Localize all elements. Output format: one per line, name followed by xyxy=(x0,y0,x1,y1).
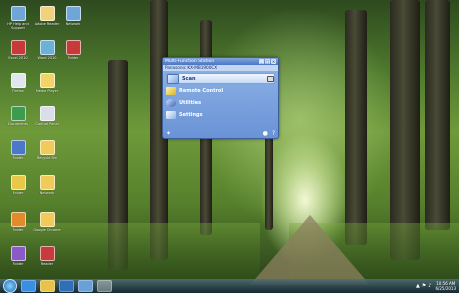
desktop-icon[interactable]: Recycle Bin xyxy=(32,140,62,170)
remote-control-icon xyxy=(166,86,176,95)
menu-item-remote-control[interactable]: Remote Control xyxy=(166,85,275,96)
taskbar-app-media-player[interactable] xyxy=(59,280,74,292)
desktop-icon[interactable]: Media Player xyxy=(32,73,62,103)
tree-trunk xyxy=(390,0,420,260)
clock[interactable]: 10:56 AM 6/25/2013 xyxy=(435,281,456,291)
app-icon xyxy=(10,40,26,55)
settings-icon xyxy=(166,110,176,119)
tree-trunk xyxy=(425,0,450,230)
desktop-icon[interactable]: Documents xyxy=(3,106,33,136)
app-icon xyxy=(10,6,26,21)
window-title: Multi-Function Station xyxy=(165,59,215,64)
minimize-button[interactable]: _ xyxy=(259,59,264,64)
app-icon xyxy=(10,73,26,88)
scanner-icon xyxy=(167,73,179,84)
desktop-icon[interactable]: Reader xyxy=(32,246,62,276)
menu-item-label: Scan xyxy=(182,75,196,82)
desktop-icon[interactable]: Folder xyxy=(3,212,33,242)
app-icon xyxy=(39,40,55,55)
menu-item-label: Utilities xyxy=(179,99,202,106)
desktop-background: HP Help and Support Excel 2010 Firefox D… xyxy=(0,0,459,293)
status-icon[interactable]: ● xyxy=(263,130,268,137)
taskbar-app-windows-explorer[interactable] xyxy=(78,280,93,292)
action-center-icon[interactable]: ⚑ xyxy=(422,283,426,289)
taskbar-app-internet-explorer[interactable] xyxy=(21,280,36,292)
maximize-button[interactable]: □ xyxy=(265,59,270,64)
menu-item-settings[interactable]: Settings xyxy=(166,109,275,120)
forest-path xyxy=(250,215,370,285)
app-icon xyxy=(65,6,81,21)
taskbar-app-file-explorer[interactable] xyxy=(40,280,55,292)
clock-date: 6/25/2013 xyxy=(435,286,456,291)
folder-icon xyxy=(10,175,26,190)
utilities-icon xyxy=(166,98,176,107)
desktop-icon[interactable]: Google Chrome xyxy=(32,212,62,242)
menu-item-scan[interactable]: Scan xyxy=(166,73,275,84)
app-icon xyxy=(10,140,26,155)
desktop-icon[interactable]: Folder xyxy=(58,40,88,70)
desktop-icon[interactable]: HP Help and Support xyxy=(3,6,33,36)
app-icon xyxy=(39,212,55,227)
desktop-icon[interactable]: Network xyxy=(32,175,62,205)
folder-icon xyxy=(10,212,26,227)
desktop-icon[interactable]: Network xyxy=(58,6,88,36)
menu-item-utilities[interactable]: Utilities xyxy=(166,97,275,108)
folder-icon xyxy=(10,246,26,261)
app-icon xyxy=(39,6,55,21)
tree-trunk xyxy=(345,10,367,245)
show-hidden-icons-icon[interactable]: ▲ xyxy=(416,283,420,289)
volume-icon[interactable]: ♪ xyxy=(428,283,431,289)
settings-chip-icon[interactable] xyxy=(267,75,274,82)
help-icon[interactable]: ? xyxy=(272,130,275,137)
window-titlebar[interactable]: Multi-Function Station _ □ × xyxy=(163,58,278,65)
folder-icon xyxy=(65,40,81,55)
menu-item-label: Settings xyxy=(179,111,203,118)
menu-list: Scan Remote Control Utilities Settings xyxy=(163,71,278,122)
app-icon xyxy=(39,106,55,121)
app-icon xyxy=(39,175,55,190)
start-button[interactable] xyxy=(3,279,17,293)
app-icon xyxy=(39,73,55,88)
taskbar: ▲ ⚑ ♪ 10:56 AM 6/25/2013 xyxy=(0,279,459,293)
multi-function-station-window[interactable]: Multi-Function Station _ □ × Panasonic K… xyxy=(162,57,279,139)
desktop-icon[interactable]: Firefox xyxy=(3,73,33,103)
app-icon xyxy=(10,106,26,121)
system-tray: ▲ ⚑ ♪ 10:56 AM 6/25/2013 xyxy=(414,281,456,291)
desktop-icon[interactable]: Control Panel xyxy=(32,106,62,136)
window-bottom-bar: ✦ ● ? xyxy=(163,129,278,138)
close-button[interactable]: × xyxy=(271,59,276,64)
app-icon xyxy=(39,140,55,155)
desktop-icon[interactable]: Excel 2010 xyxy=(3,40,33,70)
desktop-icon[interactable]: Folder xyxy=(3,140,33,170)
desktop-icon[interactable]: Folder xyxy=(3,175,33,205)
help-tips-icon[interactable]: ✦ xyxy=(166,130,171,137)
app-icon xyxy=(39,246,55,261)
desktop-icon[interactable]: Folder xyxy=(3,246,33,276)
menu-item-label: Remote Control xyxy=(179,87,224,94)
taskbar-app-multi-function-station[interactable] xyxy=(97,280,112,292)
